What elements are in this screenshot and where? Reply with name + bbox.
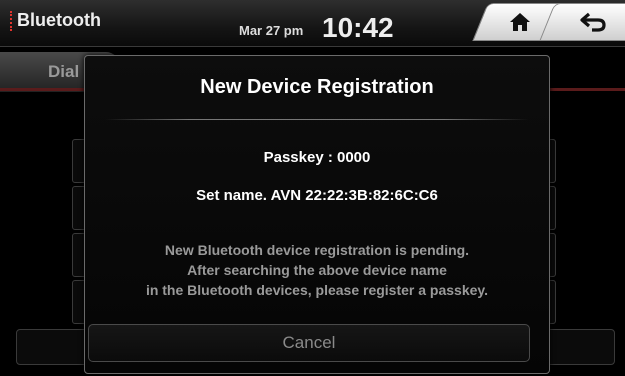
status-bar: Bluetooth Mar 27 pm 10:42 — [0, 0, 625, 47]
message-line: New Bluetooth device registration is pen… — [164, 242, 470, 258]
home-icon — [510, 13, 530, 31]
dialog-title: New Device Registration — [200, 76, 434, 98]
message-line: in the Bluetooth devices, please registe… — [145, 282, 489, 298]
device-registration-dialog: New Device Registration Passkey : 0000 S… — [84, 55, 550, 374]
cancel-button[interactable]: Cancel — [88, 324, 530, 362]
message-line: After searching the above device name — [187, 262, 447, 278]
device-name-text: Set name. AVN 22:22:3B:82:6C:C6 — [196, 187, 438, 204]
tab-dial-label: Dial — [48, 62, 80, 81]
app-accent-mark — [10, 11, 15, 31]
back-arrow-icon — [580, 12, 606, 32]
screen: Bluetooth Mar 27 pm 10:42 Dial New Devic… — [0, 0, 625, 376]
passkey-text: Passkey : 0000 — [263, 149, 371, 166]
date-display: Mar 27 pm — [239, 23, 304, 38]
app-title: Bluetooth — [17, 10, 101, 30]
dialog-divider — [105, 119, 529, 120]
dialog-message: New Bluetooth device registration is pen… — [85, 240, 549, 300]
clock-display: 10:42 — [322, 12, 394, 43]
back-button[interactable] — [539, 3, 625, 41]
